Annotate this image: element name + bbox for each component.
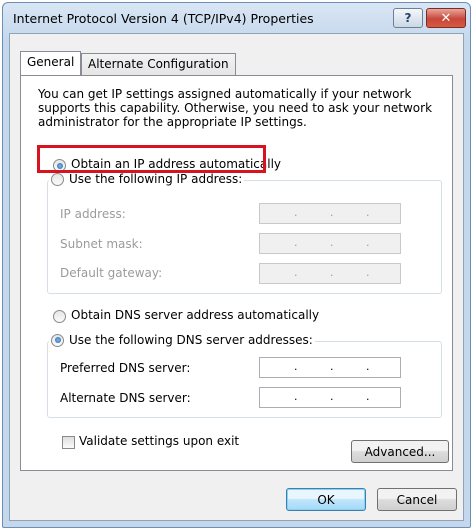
- window-title: Internet Protocol Version 4 (TCP/IPv4) P…: [13, 11, 314, 26]
- title-bar[interactable]: Internet Protocol Version 4 (TCP/IPv4) P…: [3, 3, 470, 33]
- validate-checkbox[interactable]: [62, 436, 75, 449]
- default-gateway-label: Default gateway:: [60, 266, 163, 280]
- obtain-dns-auto-radio[interactable]: [53, 310, 66, 323]
- ip-address-field[interactable]: ...: [259, 203, 401, 224]
- alternate-dns-field[interactable]: ...: [259, 387, 401, 408]
- manual-ip-legend: Use the following IP address:: [49, 172, 245, 186]
- ok-button[interactable]: OK: [286, 488, 366, 511]
- use-following-dns-radio[interactable]: [51, 333, 64, 347]
- tab-general-label: General: [27, 55, 75, 69]
- help-icon: ?: [404, 11, 412, 25]
- default-gateway-field[interactable]: ...: [259, 263, 401, 284]
- use-following-ip-label[interactable]: Use the following IP address:: [69, 172, 242, 186]
- tab-alternate-configuration[interactable]: Alternate Configuration: [81, 53, 236, 75]
- close-icon: ✕: [440, 10, 452, 26]
- description-text: You can get IP settings assigned automat…: [38, 87, 433, 129]
- preferred-dns-label: Preferred DNS server:: [60, 361, 191, 375]
- highlight-box: [37, 145, 266, 173]
- tab-alternate-label: Alternate Configuration: [88, 57, 229, 71]
- obtain-dns-auto-label[interactable]: Obtain DNS server address automatically: [71, 308, 319, 322]
- use-following-ip-radio[interactable]: [51, 172, 64, 186]
- manual-dns-legend: Use the following DNS server addresses:: [49, 333, 315, 347]
- cancel-button[interactable]: Cancel: [377, 488, 457, 511]
- validate-label[interactable]: Validate settings upon exit: [79, 434, 239, 448]
- ok-button-label: OK: [317, 492, 335, 507]
- preferred-dns-field[interactable]: ...: [259, 357, 401, 378]
- subnet-mask-label: Subnet mask:: [60, 237, 143, 251]
- dialog-body: General Alternate Configuration You can …: [9, 33, 464, 521]
- ip-address-label: IP address:: [60, 207, 126, 221]
- dialog-window: Internet Protocol Version 4 (TCP/IPv4) P…: [2, 2, 471, 528]
- tab-general[interactable]: General: [20, 51, 82, 75]
- general-tab-panel: You can get IP settings assigned automat…: [20, 75, 453, 471]
- advanced-button-label: Advanced...: [364, 444, 436, 459]
- subnet-mask-field[interactable]: ...: [259, 233, 401, 254]
- cancel-button-label: Cancel: [396, 492, 438, 507]
- alternate-dns-label: Alternate DNS server:: [60, 391, 191, 405]
- use-following-dns-label[interactable]: Use the following DNS server addresses:: [69, 333, 313, 347]
- help-button[interactable]: ?: [393, 8, 423, 28]
- close-button[interactable]: ✕: [426, 8, 466, 28]
- advanced-button[interactable]: Advanced...: [351, 440, 449, 463]
